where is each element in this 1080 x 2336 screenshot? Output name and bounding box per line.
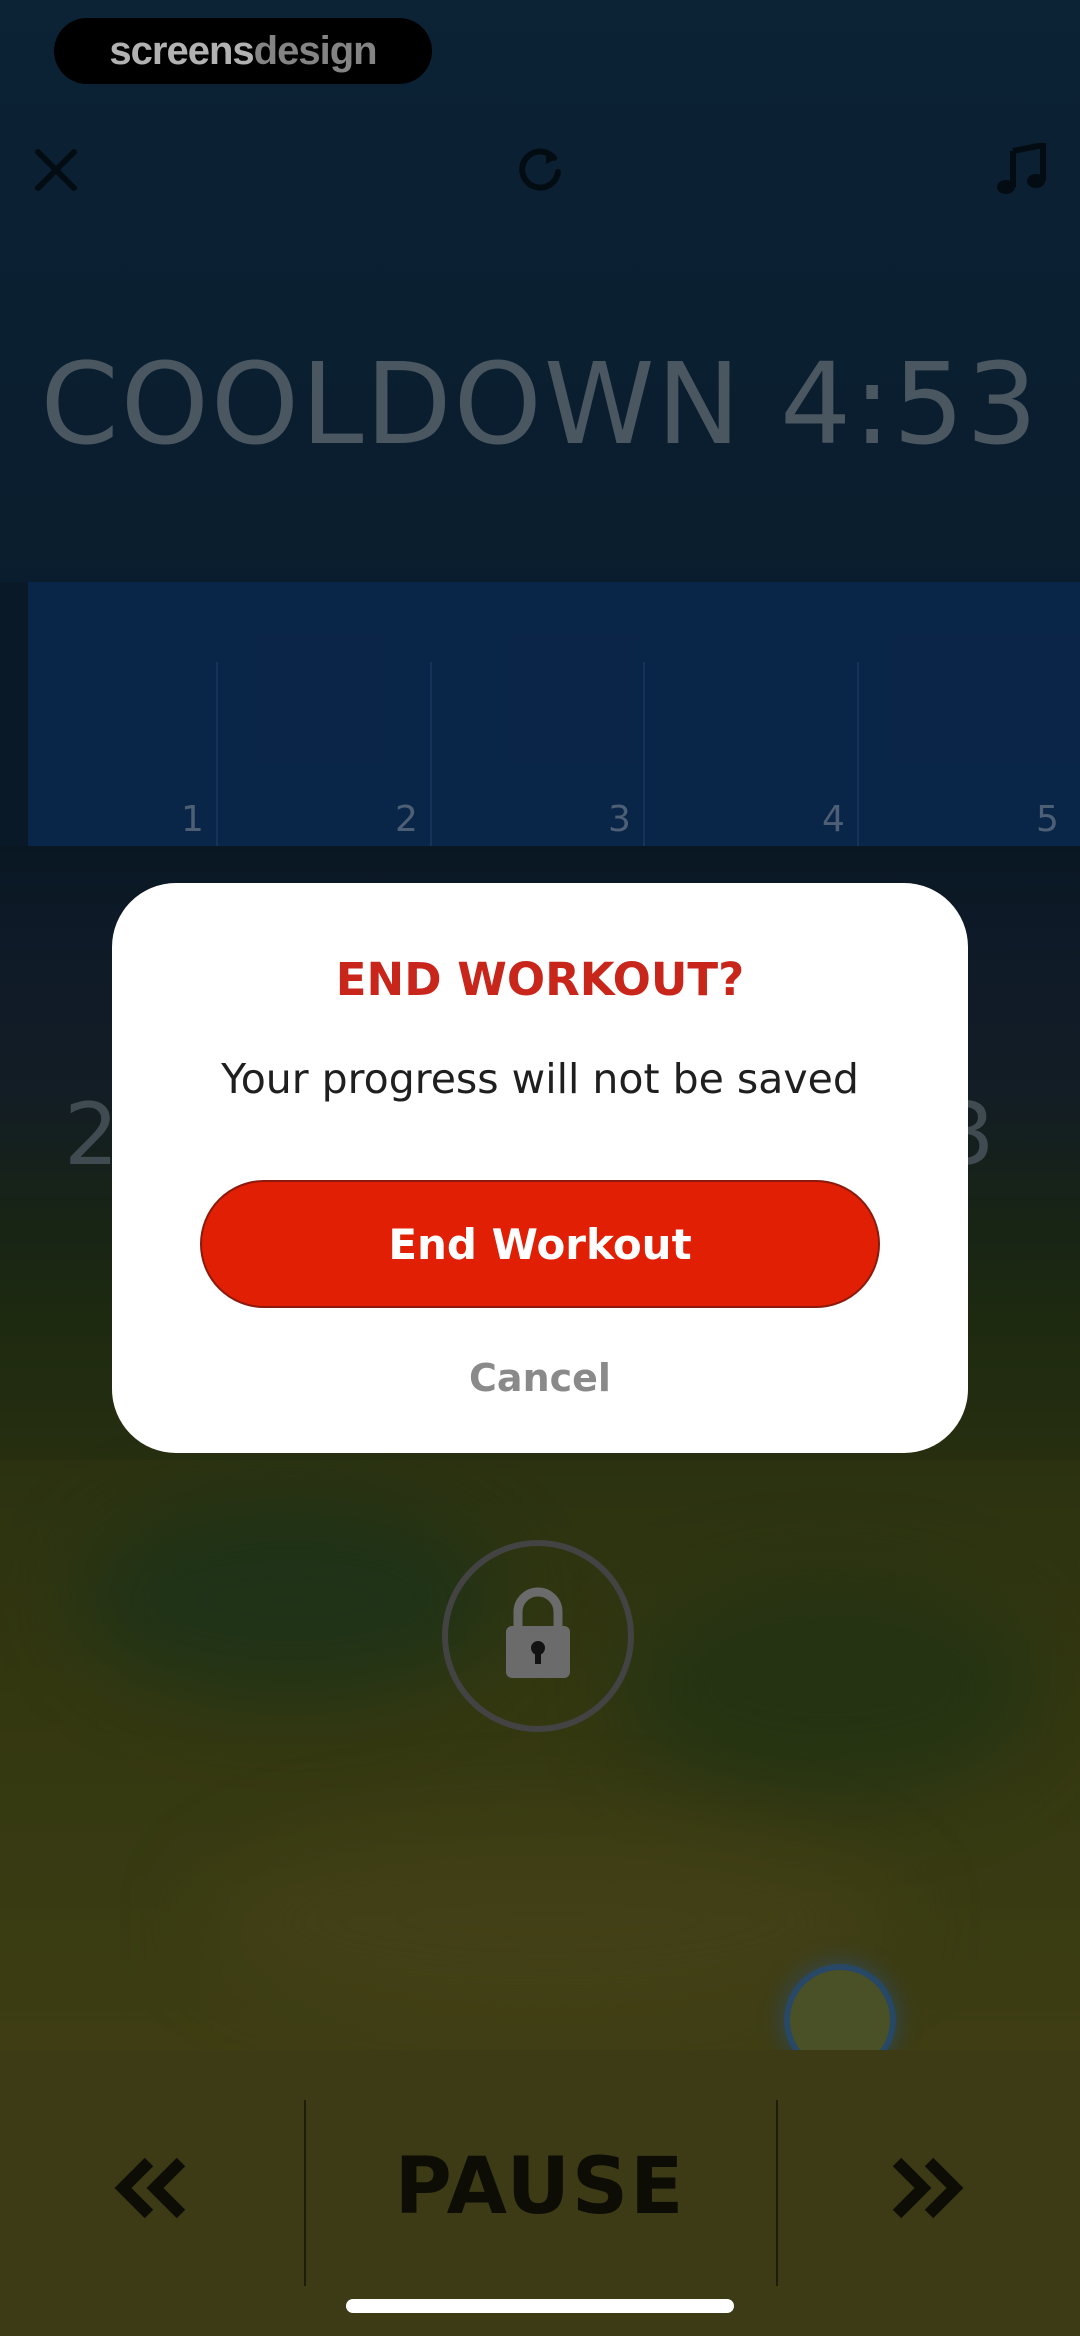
cancel-button[interactable]: Cancel xyxy=(432,1346,648,1410)
music-icon[interactable] xyxy=(990,138,1054,202)
double-chevron-left-icon xyxy=(113,2156,193,2224)
cooldown-timer: COOLDOWN 4:53 xyxy=(40,340,1040,470)
zone-label: 1 xyxy=(181,799,204,840)
workout-screen: screens design COOLDOWN 4:53 1 2 3 4 5 2 … xyxy=(0,0,1080,2336)
restart-icon[interactable] xyxy=(508,138,572,202)
background-blur-shape xyxy=(80,1500,500,1700)
watermark-brand-primary: screens xyxy=(109,28,254,73)
zone-chart: 1 2 3 4 5 xyxy=(28,582,1080,846)
dialog-message: Your progress will not be saved xyxy=(221,1055,859,1103)
next-button[interactable] xyxy=(880,2150,970,2230)
zone-label: 4 xyxy=(822,799,845,840)
lock-icon xyxy=(500,1586,576,1686)
home-indicator[interactable] xyxy=(346,2299,734,2313)
zone-divider xyxy=(857,662,859,846)
zone-label: 2 xyxy=(395,799,418,840)
screensdesign-watermark: screens design xyxy=(54,18,432,84)
end-workout-button[interactable]: End Workout xyxy=(200,1180,880,1308)
end-workout-dialog: END WORKOUT? Your progress will not be s… xyxy=(112,883,968,1453)
stat-value-left: 2 xyxy=(64,1085,119,1185)
zone-divider xyxy=(430,662,432,846)
background-top xyxy=(0,0,1080,590)
watermark-brand-secondary: design xyxy=(253,28,378,73)
controls-divider xyxy=(304,2100,306,2286)
zone-divider xyxy=(643,662,645,846)
double-chevron-right-icon xyxy=(885,2156,965,2224)
background-blur-shape xyxy=(620,1580,1040,1800)
background-blur-shape xyxy=(200,1820,900,2020)
zone-label: 3 xyxy=(608,799,631,840)
dialog-title: END WORKOUT? xyxy=(335,953,745,1006)
zone-label: 5 xyxy=(1036,799,1059,840)
pause-button[interactable]: PAUSE xyxy=(310,2142,770,2232)
zone-chart-edge xyxy=(0,582,28,846)
controls-divider xyxy=(776,2100,778,2286)
zone-divider xyxy=(216,662,218,846)
previous-button[interactable] xyxy=(108,2150,198,2230)
lock-button[interactable] xyxy=(442,1540,634,1732)
close-icon[interactable] xyxy=(24,138,88,202)
